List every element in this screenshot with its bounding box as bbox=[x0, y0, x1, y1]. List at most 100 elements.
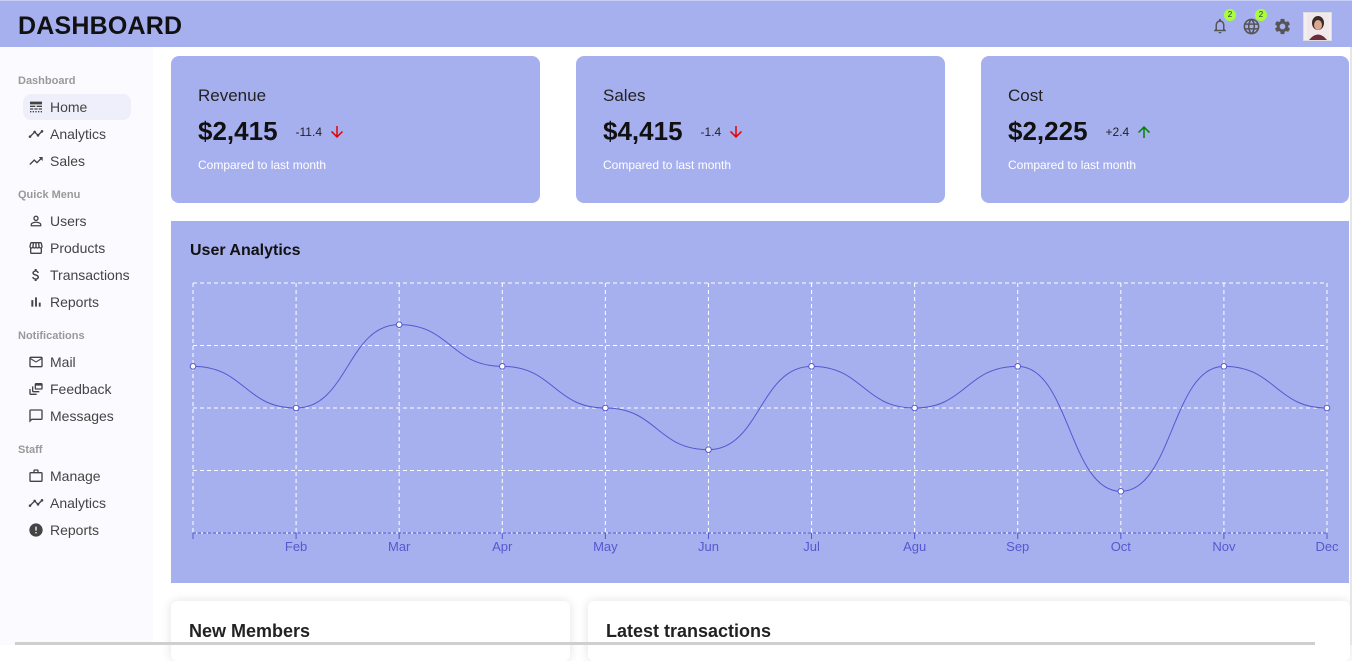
app-logo[interactable]: DASHBOARD bbox=[18, 12, 182, 41]
sidebar-item-transactions[interactable]: Transactions bbox=[23, 262, 131, 288]
sidebar-item-label: Reports bbox=[50, 294, 100, 310]
top-icons: 2 2 bbox=[1210, 9, 1332, 41]
card-delta: -11.4 bbox=[295, 124, 322, 139]
notifications-badge: 2 bbox=[1224, 9, 1236, 21]
sidebar-item-label: Manage bbox=[50, 468, 101, 484]
sidebar-item-staff-reports[interactable]: Reports bbox=[23, 517, 131, 543]
user-analytics-chart: Feb Mar Apr May Jun Jul Agu Sep Oct Nov Dec bbox=[189, 282, 1339, 554]
sales-card: Sales $4,415 -1.4 Compared to last month bbox=[576, 56, 945, 203]
x-tick-label: Sep bbox=[1006, 539, 1029, 554]
arrow-up-icon bbox=[1135, 123, 1153, 141]
data-point bbox=[602, 404, 609, 412]
sidebar-section-dashboard: Dashboard bbox=[18, 75, 76, 87]
x-tick-label: Jul bbox=[803, 539, 820, 554]
data-point bbox=[705, 446, 712, 453]
sidebar-item-messages[interactable]: Messages bbox=[23, 403, 131, 429]
user-analytics-panel: User Analytics Feb Mar Apr May Jun Jul Agu Sep O… bbox=[171, 221, 1349, 583]
sidebar-item-label: Analytics bbox=[50, 126, 107, 142]
card-delta: +2.4 bbox=[1105, 124, 1130, 139]
card-title: Sales bbox=[603, 86, 646, 105]
card-value: $2,415 bbox=[198, 116, 278, 146]
sidebar-item-sales[interactable]: Sales bbox=[23, 148, 131, 174]
dollar-icon bbox=[32, 269, 39, 281]
sidebar-item-products[interactable]: Products bbox=[23, 235, 131, 261]
sidebar-item-label: Analytics bbox=[50, 495, 107, 511]
sidebar: Dashboard Home Analytics Sales Quick Men… bbox=[0, 47, 153, 645]
report-icon bbox=[29, 523, 43, 537]
x-tick-label: Dec bbox=[1315, 539, 1339, 554]
data-point bbox=[1014, 363, 1022, 370]
x-tick-label: Mar bbox=[388, 539, 411, 554]
sidebar-item-label: Feedback bbox=[50, 381, 112, 397]
x-tick-label: Jun bbox=[698, 539, 719, 554]
sidebar-item-label: Products bbox=[50, 240, 106, 256]
card-title: Cost bbox=[1008, 86, 1043, 105]
sidebar-section-quick-menu: Quick Menu bbox=[18, 189, 81, 201]
dynamic-feed-icon bbox=[29, 383, 43, 395]
sidebar-item-label: Sales bbox=[50, 153, 86, 169]
settings-button[interactable] bbox=[1272, 16, 1292, 36]
timeline-icon bbox=[28, 499, 44, 507]
sidebar-section-staff: Staff bbox=[18, 444, 43, 456]
data-point bbox=[1323, 404, 1331, 412]
widget-title: New Members bbox=[189, 621, 311, 641]
data-point bbox=[395, 321, 403, 328]
mail-outline-icon bbox=[29, 356, 43, 368]
user-avatar[interactable] bbox=[1303, 11, 1332, 41]
sidebar-item-mail[interactable]: Mail bbox=[23, 349, 131, 375]
avatar-photo-icon bbox=[1306, 13, 1329, 40]
sidebar-item-label: Messages bbox=[50, 408, 114, 424]
person-outline-icon bbox=[30, 215, 42, 227]
line-style-icon bbox=[30, 101, 42, 113]
data-point bbox=[808, 363, 815, 370]
sidebar-item-reports[interactable]: Reports bbox=[23, 289, 131, 315]
card-delta: -1.4 bbox=[700, 124, 722, 139]
card-subtitle: Compared to last month bbox=[198, 158, 327, 172]
card-value: $4,415 bbox=[603, 116, 683, 146]
latest-transactions-widget: Latest transactions bbox=[588, 601, 1350, 661]
data-point bbox=[1117, 488, 1125, 495]
timeline-icon bbox=[28, 130, 44, 138]
sidebar-item-label: Home bbox=[50, 99, 88, 115]
sidebar-item-analytics[interactable]: Analytics bbox=[23, 121, 131, 147]
x-tick-label: Nov bbox=[1212, 539, 1236, 554]
card-value: $2,225 bbox=[1008, 116, 1088, 146]
cost-card: Cost $2,225 +2.4 Compared to last month bbox=[981, 56, 1349, 203]
notifications-button[interactable]: 2 bbox=[1210, 9, 1236, 36]
trending-up-icon bbox=[29, 157, 43, 165]
top-bar: DASHBOARD 2 2 bbox=[0, 0, 1352, 47]
language-button[interactable]: 2 bbox=[1241, 9, 1267, 36]
language-badge: 2 bbox=[1255, 9, 1267, 21]
card-subtitle: Compared to last month bbox=[603, 158, 732, 172]
sidebar-item-label: Reports bbox=[50, 522, 100, 538]
arrow-down-icon bbox=[727, 123, 745, 141]
new-members-widget: New Members bbox=[171, 601, 570, 661]
work-outline-icon bbox=[29, 469, 43, 482]
card-subtitle: Compared to last month bbox=[1008, 158, 1137, 172]
sidebar-item-users[interactable]: Users bbox=[23, 208, 131, 234]
chat-bubble-icon bbox=[29, 409, 43, 423]
data-point bbox=[189, 363, 197, 370]
storefront-icon bbox=[29, 242, 43, 254]
revenue-card: Revenue $2,415 -11.4 Compared to last mo… bbox=[171, 56, 540, 203]
card-title: Revenue bbox=[198, 86, 267, 105]
data-point bbox=[1220, 363, 1228, 370]
x-tick-label: Apr bbox=[492, 539, 513, 554]
x-tick-label: Agu bbox=[903, 539, 926, 554]
sidebar-item-label: Mail bbox=[50, 354, 76, 370]
bar-chart-icon bbox=[31, 297, 41, 307]
sidebar-item-feedback[interactable]: Feedback bbox=[23, 376, 131, 402]
arrow-down-icon bbox=[328, 123, 346, 141]
data-point bbox=[498, 363, 506, 370]
sidebar-item-home[interactable]: Home bbox=[23, 94, 131, 120]
x-tick-label: May bbox=[593, 539, 618, 554]
sidebar-item-staff-analytics[interactable]: Analytics bbox=[23, 490, 131, 516]
x-tick-label: Feb bbox=[285, 539, 307, 554]
sidebar-item-label: Users bbox=[50, 213, 87, 229]
data-point bbox=[911, 404, 918, 412]
gear-icon bbox=[1274, 18, 1290, 34]
widget-title: Latest transactions bbox=[606, 621, 772, 641]
x-tick-label: Oct bbox=[1111, 539, 1132, 554]
sidebar-section-notifications: Notifications bbox=[18, 330, 85, 342]
sidebar-item-manage[interactable]: Manage bbox=[23, 463, 131, 489]
